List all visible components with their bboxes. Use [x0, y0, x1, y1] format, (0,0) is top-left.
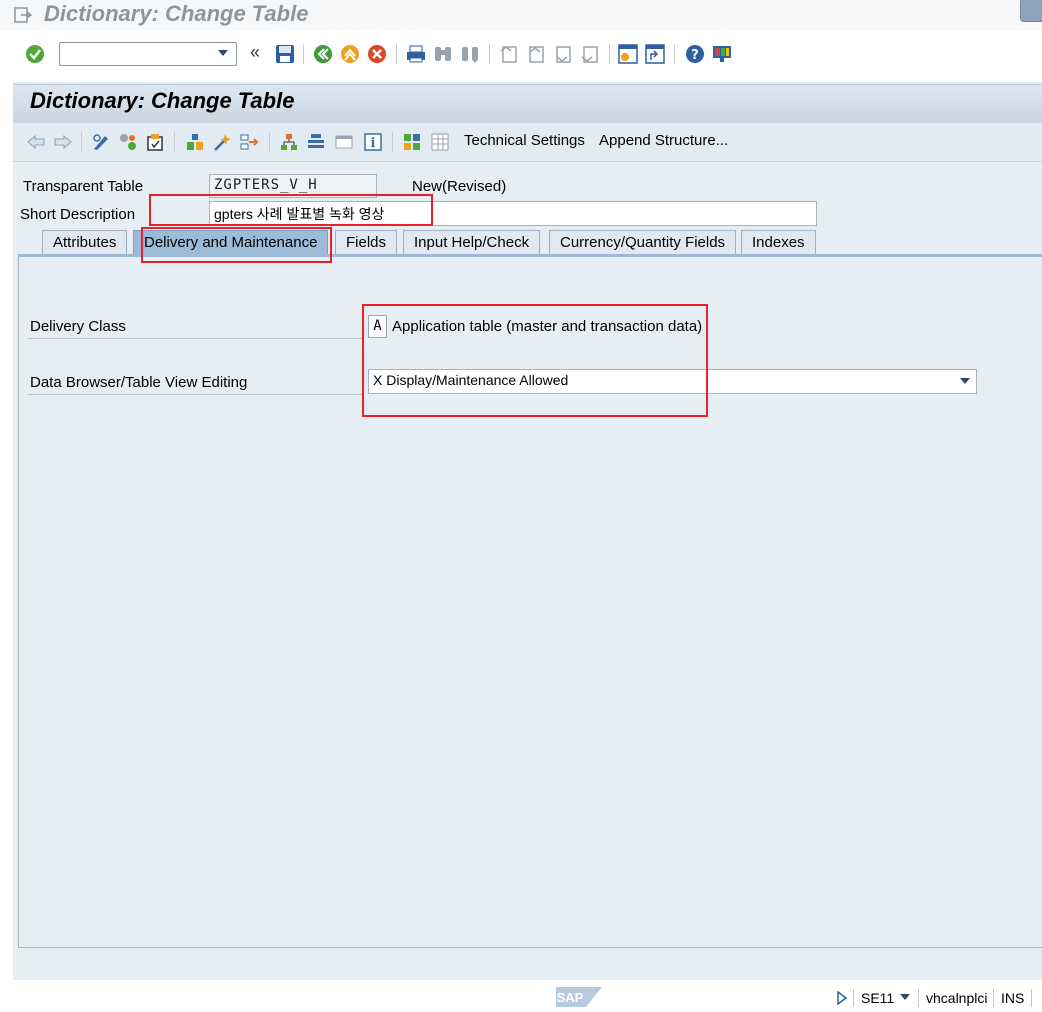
insert-mode[interactable]: INS [1001, 990, 1024, 1006]
cancel-icon[interactable] [367, 44, 387, 64]
shortcut-icon[interactable] [645, 44, 665, 64]
tab-indexes[interactable]: Indexes [741, 230, 816, 254]
last-page-icon[interactable] [580, 44, 600, 64]
next-page-icon[interactable] [553, 44, 573, 64]
window-menu-button[interactable] [1020, 0, 1042, 22]
transaction-code: SE11 [861, 990, 895, 1006]
tab-fields[interactable]: Fields [335, 230, 398, 254]
collapse-icon[interactable]: « [250, 42, 260, 63]
chevron-down-icon[interactable] [900, 994, 910, 1000]
svg-text:SAP: SAP [557, 990, 584, 1005]
save-icon[interactable] [275, 44, 295, 64]
previous-page-icon[interactable] [526, 44, 546, 64]
table-status: New(Revised) [412, 178, 507, 195]
svg-text:?: ? [691, 48, 699, 63]
highlight-box-tab [141, 227, 332, 263]
help-icon[interactable]: ? [685, 44, 705, 64]
navigation-window-icon[interactable] [306, 132, 326, 152]
delivery-class-label: Delivery Class [30, 318, 126, 335]
svg-text:i: i [371, 136, 376, 151]
back-arrow-icon[interactable] [26, 132, 46, 152]
display-change-icon[interactable] [91, 132, 111, 152]
create-session-icon[interactable] [618, 44, 638, 64]
window-icon[interactable] [334, 132, 354, 152]
activate-icon[interactable] [185, 132, 205, 152]
forward-arrow-icon[interactable] [53, 132, 73, 152]
first-page-icon[interactable] [499, 44, 519, 64]
check-icon[interactable] [145, 132, 165, 152]
page-title: Dictionary: Change Table [30, 88, 295, 113]
status-play-icon[interactable] [836, 991, 848, 1005]
data-browser-label: Data Browser/Table View Editing [30, 374, 248, 391]
find-next-icon[interactable] [460, 44, 480, 64]
short-description-label: Short Description [20, 206, 136, 223]
command-dropdown-icon[interactable] [218, 50, 228, 56]
transparent-table-label: Transparent Table [23, 178, 144, 195]
find-icon[interactable] [433, 44, 453, 64]
menu-icon[interactable] [14, 7, 32, 23]
enter-icon[interactable] [25, 44, 45, 64]
tab-input-help-check[interactable]: Input Help/Check [403, 230, 541, 254]
back-icon[interactable] [313, 44, 333, 64]
hierarchy-icon[interactable] [279, 132, 299, 152]
window-title: Dictionary: Change Table [44, 1, 309, 26]
object-list-icon[interactable] [239, 132, 259, 152]
customize-layout-icon[interactable] [712, 44, 732, 64]
exit-icon[interactable] [340, 44, 360, 64]
other-object-icon[interactable] [118, 132, 138, 152]
chevron-down-icon[interactable] [960, 378, 970, 384]
information-icon[interactable]: i [363, 132, 383, 152]
tab-currency-quantity-fields[interactable]: Currency/Quantity Fields [549, 230, 737, 254]
sap-logo: SAP [556, 987, 602, 1007]
highlight-box-short-description [149, 194, 433, 226]
command-field[interactable] [59, 42, 237, 66]
append-structure-button[interactable]: Append Structure... [599, 132, 728, 149]
tab-attributes[interactable]: Attributes [42, 230, 128, 254]
where-used-icon[interactable] [212, 132, 232, 152]
print-icon[interactable] [406, 44, 426, 64]
technical-settings-button[interactable]: Technical Settings [464, 132, 585, 149]
highlight-box-settings [362, 304, 708, 417]
server-name: vhcalnplci [926, 990, 988, 1006]
contents-icon[interactable] [430, 132, 450, 152]
table-structure-icon[interactable] [402, 132, 422, 152]
